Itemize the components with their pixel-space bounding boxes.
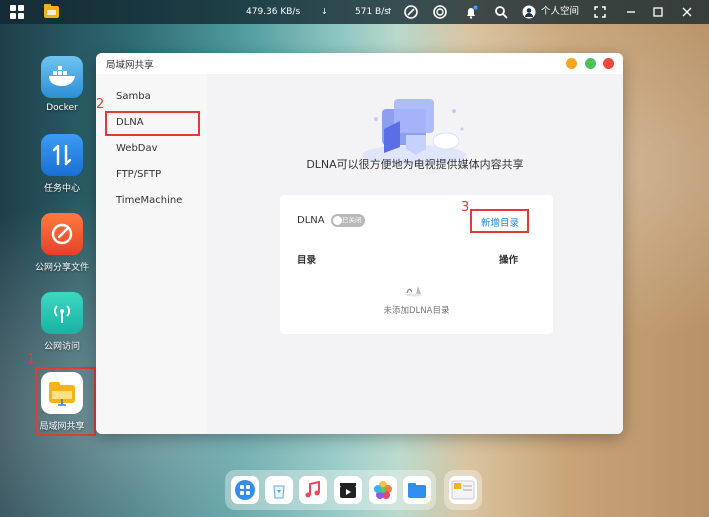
dock-video-icon[interactable] xyxy=(334,476,362,504)
public-share-icon xyxy=(41,213,83,255)
sidebar-item-ftp-sftp[interactable]: FTP/SFTP xyxy=(116,169,161,180)
dlna-switch-label: DLNA xyxy=(297,215,325,226)
maximize-button[interactable] xyxy=(585,58,596,69)
column-header-action: 操作 xyxy=(499,255,519,266)
file-manager-icon[interactable] xyxy=(43,3,60,20)
upload-arrow-icon: ↑ xyxy=(386,7,393,16)
fullscreen-icon[interactable] xyxy=(593,5,607,19)
desktop-icon-public-share[interactable]: 公网分享文件 xyxy=(32,213,92,273)
desktop-icon-label: 公网分享文件 xyxy=(34,263,89,273)
desktop-icon-label: 任务中心 xyxy=(43,184,80,194)
sync-icon[interactable] xyxy=(433,5,447,19)
task-center-icon xyxy=(41,134,83,176)
close-button[interactable] xyxy=(603,58,614,69)
desktop-icon-task-center[interactable]: 任务中心 xyxy=(32,134,92,194)
toggle-state-text: 已关闭 xyxy=(342,216,362,224)
desktop-icon-label: Docker xyxy=(46,103,78,113)
search-icon[interactable] xyxy=(494,5,508,19)
step-marker-3: 3 xyxy=(461,200,470,215)
desktop-icon-public-access[interactable]: 公网访问 xyxy=(32,292,92,352)
minimize-icon[interactable] xyxy=(624,5,638,19)
minimize-button[interactable] xyxy=(566,58,577,69)
upload-speed: 571 B/s xyxy=(355,7,389,17)
close-icon[interactable] xyxy=(680,5,694,19)
sidebar-item-samba[interactable]: Samba xyxy=(116,91,151,102)
dlna-headline: DLNA可以很方便地为电视提供媒体内容共享 xyxy=(306,158,524,171)
dock-folder-icon[interactable] xyxy=(403,476,431,504)
avatar[interactable] xyxy=(522,5,536,19)
download-speed: 479.36 KB/s xyxy=(246,7,301,17)
step-marker-2: 2 xyxy=(96,97,105,112)
user-space-label[interactable]: 个人空间 xyxy=(541,0,579,24)
top-bar: 479.36 KB/s ↓ 571 B/s ↑ 个人空间 xyxy=(0,0,709,24)
maximize-icon[interactable] xyxy=(651,5,665,19)
highlight-box-dlna xyxy=(105,111,200,136)
window-titlebar[interactable]: 局域网共享 xyxy=(96,53,623,75)
dock-photos-icon[interactable] xyxy=(369,476,397,504)
column-header-directory: 目录 xyxy=(297,255,317,266)
toggle-knob xyxy=(333,216,342,225)
highlight-box-lan-share xyxy=(35,367,96,436)
dlna-toggle[interactable]: 已关闭 xyxy=(331,214,365,227)
desktop-icon-docker[interactable]: Docker xyxy=(32,56,92,113)
highlight-box-add-directory xyxy=(470,209,529,233)
window-title: 局域网共享 xyxy=(106,60,154,71)
download-arrow-icon: ↓ xyxy=(321,7,328,16)
public-access-icon xyxy=(41,292,83,334)
dock-recent-window-thumbnail[interactable] xyxy=(449,476,477,504)
dlna-content: DLNA可以很方便地为电视提供媒体内容共享 DLNA 已关闭 新增目录 目录 操… xyxy=(207,74,623,434)
docker-icon xyxy=(41,56,83,98)
app-grid-icon[interactable] xyxy=(9,4,25,20)
step-marker-1: 1 xyxy=(27,352,36,367)
empty-state-icon xyxy=(404,283,424,297)
sidebar-item-timemachine[interactable]: TimeMachine xyxy=(116,195,182,206)
dock-app-store-icon[interactable] xyxy=(231,476,259,504)
bell-icon[interactable] xyxy=(464,5,478,19)
dock-recycle-bin-icon[interactable] xyxy=(265,476,293,504)
sidebar-item-webdav[interactable]: WebDav xyxy=(116,143,158,154)
empty-state-text: 未添加DLNA目录 xyxy=(383,306,450,316)
desktop-icon-label: 公网访问 xyxy=(43,342,80,352)
network-icon[interactable] xyxy=(404,5,418,19)
dock-music-icon[interactable] xyxy=(299,476,327,504)
